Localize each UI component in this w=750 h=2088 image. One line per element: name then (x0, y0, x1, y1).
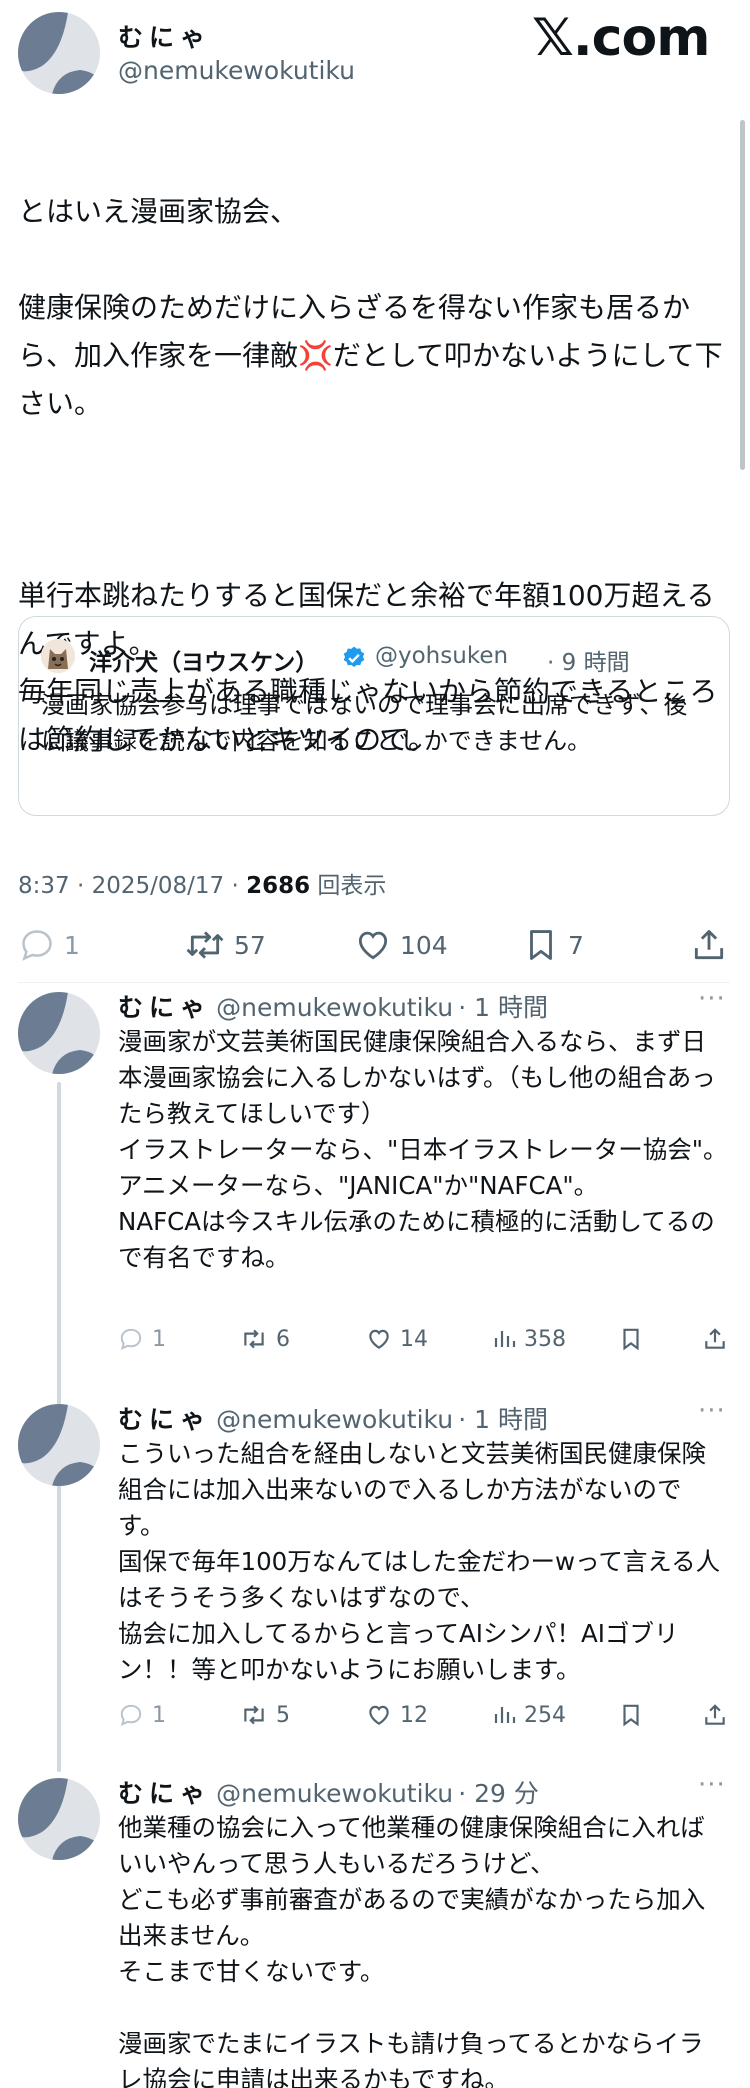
share-icon (705, 1704, 725, 1725)
reply-text: 他業種の協会に入って他業種の健康保険組合に入ればいいやんって思う人もいるだろうけ… (118, 1813, 706, 2088)
views-count: 2686 (246, 873, 311, 899)
reply-action-bar: 1 6 14 358 (118, 1326, 730, 1360)
repost-icon (186, 931, 224, 959)
repost-count: 57 (234, 930, 266, 960)
avatar-image (18, 1778, 100, 1860)
views-count: 358 (524, 1326, 566, 1352)
quoted-author-avatar (41, 639, 75, 673)
main-action-bar: 1 57 104 7 (0, 922, 750, 972)
quoted-handle: @yohsuken (375, 643, 509, 669)
reply-button[interactable]: 1 (118, 1326, 166, 1352)
repost-button[interactable]: 6 (240, 1326, 290, 1352)
reply-count: 1 (152, 1326, 166, 1352)
author-handle[interactable]: @nemukewokutiku (118, 56, 355, 85)
repost-icon (244, 1705, 264, 1725)
repost-count: 6 (276, 1326, 290, 1352)
bookmark-count: 7 (568, 930, 584, 960)
views-label: 回表示 (310, 873, 387, 899)
author-display-name[interactable]: むにゃ (118, 18, 211, 54)
reply-display-name[interactable]: むにゃ (118, 993, 211, 1022)
quoted-display-name: 洋介犬（ヨウスケン） (89, 650, 319, 676)
quoted-time: · 9 時間 (547, 650, 630, 676)
bookmark-icon (623, 1328, 639, 1351)
views-count: 254 (524, 1702, 566, 1728)
bookmark-icon (530, 930, 552, 960)
reply-header: むにゃ @nemukewokutiku · 29 分 (118, 1774, 730, 1810)
more-options-icon[interactable]: ··· (698, 984, 726, 1014)
reply-icon (120, 1328, 142, 1350)
avatar-image (18, 992, 100, 1074)
like-count: 12 (400, 1702, 428, 1728)
reply-handle[interactable]: @nemukewokutiku (216, 1779, 453, 1808)
bookmark-icon (623, 1704, 639, 1727)
avatar-image (18, 12, 100, 94)
repost-button[interactable]: 5 (240, 1702, 290, 1728)
bookmark-button[interactable] (618, 1702, 644, 1734)
post-text-line1: とはいえ漫画家協会、 (18, 195, 299, 228)
post-text-line2a: 健康保険のためだけに入らざるを得ない作家も居る (18, 291, 663, 324)
like-button[interactable]: 14 (366, 1326, 428, 1352)
reply-count: 1 (152, 1702, 166, 1728)
heart-icon (369, 1329, 389, 1349)
post-timestamp[interactable]: 8:37 · 2025/08/17 · (18, 873, 246, 899)
quoted-post-card[interactable]: 洋介犬（ヨウスケン） @yohsuken · 9 時間 漫画家協会参与は理事では… (18, 616, 730, 816)
share-icon (705, 1328, 725, 1349)
share-button[interactable] (702, 1702, 728, 1734)
reply-icon (120, 1704, 142, 1726)
reply-display-name[interactable]: むにゃ (118, 1779, 211, 1808)
scrollbar-thumb[interactable] (740, 120, 745, 470)
views-button[interactable]: 254 (492, 1702, 566, 1728)
more-options-icon[interactable]: ··· (698, 1770, 726, 1800)
reply-header: むにゃ @nemukewokutiku · 1 時間 (118, 988, 730, 1024)
post-meta: 8:37 · 2025/08/17 · 2686 回表示 (18, 866, 386, 900)
like-button[interactable]: 104 (354, 926, 448, 964)
share-button[interactable] (690, 926, 728, 968)
separator (18, 982, 730, 983)
like-count: 104 (400, 930, 448, 960)
avatar-image (18, 1404, 100, 1486)
reply-time[interactable]: · 29 分 (458, 1779, 539, 1808)
reply-count: 1 (64, 930, 80, 960)
like-count: 14 (400, 1326, 428, 1352)
reply-button[interactable]: 1 (18, 926, 80, 964)
post-text-para1: 健康保険のためだけに入らざるを得ない作家も居るから、加入作家を一律敵💢だとして叩… (18, 284, 738, 428)
reply-avatar[interactable] (18, 1778, 100, 1860)
reply-icon (22, 930, 52, 961)
bookmark-button[interactable] (618, 1326, 644, 1358)
reply-avatar[interactable] (18, 1404, 100, 1486)
bookmark-button[interactable]: 7 (522, 926, 584, 964)
share-icon (694, 930, 724, 960)
x-com-logo: 𝕏.com (532, 8, 710, 68)
repost-icon (244, 1329, 264, 1349)
reply-text: こういった組合を経由しないと文芸美術国民健康保険組合には加入出来ないので入るしか… (118, 1439, 721, 1684)
heart-icon (358, 931, 388, 960)
views-button[interactable]: 358 (492, 1326, 566, 1352)
anger-emoji: 💢 (298, 339, 333, 372)
reply-avatar[interactable] (18, 992, 100, 1074)
reply-action-bar: 1 5 12 254 (118, 1702, 730, 1736)
reply-handle[interactable]: @nemukewokutiku (216, 993, 453, 1022)
reply-text: 漫画家が文芸美術国民健康保険組合入るなら、まず日本漫画家協会に入るしかないはず。… (118, 1027, 728, 1272)
analytics-icon (494, 1331, 516, 1347)
share-button[interactable] (702, 1326, 728, 1358)
reply-time[interactable]: · 1 時間 (458, 993, 548, 1022)
reply-button[interactable]: 1 (118, 1702, 166, 1728)
dog-avatar-icon (41, 639, 75, 673)
heart-icon (369, 1705, 389, 1725)
reply-time[interactable]: · 1 時間 (458, 1405, 548, 1434)
repost-count: 5 (276, 1702, 290, 1728)
like-button[interactable]: 12 (366, 1702, 428, 1728)
author-avatar[interactable] (18, 12, 100, 94)
reply-display-name[interactable]: むにゃ (118, 1405, 211, 1434)
reply-handle[interactable]: @nemukewokutiku (216, 1405, 453, 1434)
verified-badge-icon (341, 645, 367, 675)
reply-header: むにゃ @nemukewokutiku · 1 時間 (118, 1400, 730, 1436)
quoted-text: 漫画家協会参与は理事ではないので理事会に出席できず、後に議事録を読んで内容を知る… (41, 691, 688, 755)
more-options-icon[interactable]: ··· (698, 1396, 726, 1426)
repost-button[interactable]: 57 (184, 926, 266, 964)
analytics-icon (494, 1707, 516, 1723)
